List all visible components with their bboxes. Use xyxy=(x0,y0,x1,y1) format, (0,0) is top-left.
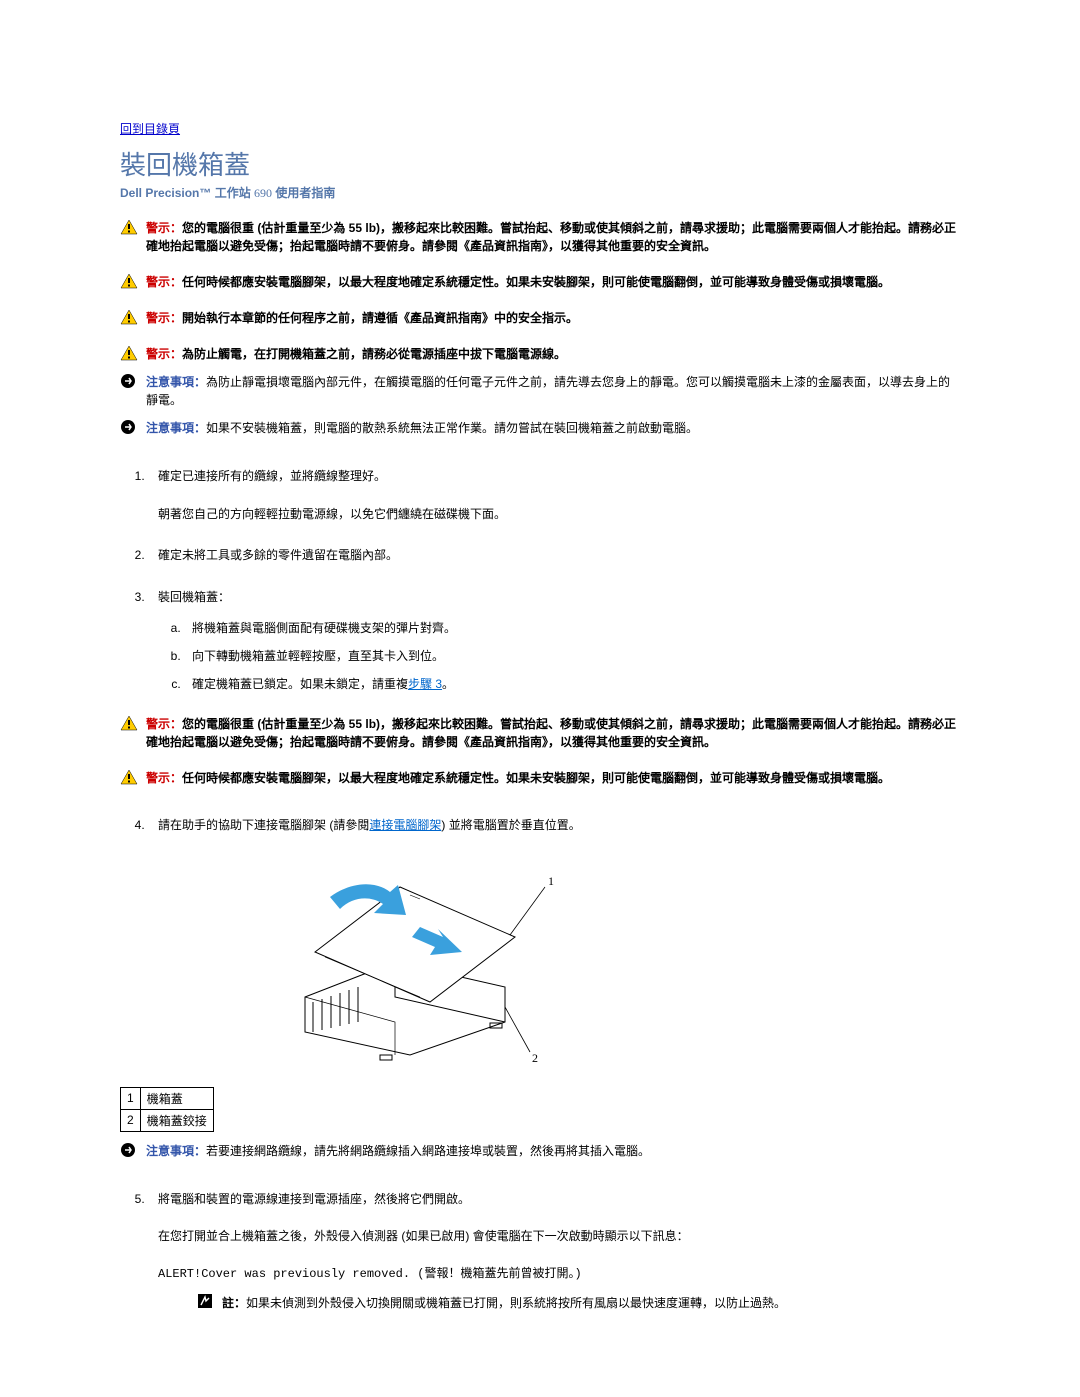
subtitle-suffix: 使用者指南 xyxy=(272,186,335,200)
warning-text: 開始執行本章節的任何程序之前，請遵循《產品資訊指南》中的安全指示。 xyxy=(182,311,578,325)
notice-icon xyxy=(120,373,142,392)
warning-text: 任何時候都應安裝電腦腳架，以最大程度地確定系統穩定性。如果未安裝腳架，則可能使電… xyxy=(182,771,890,785)
step-3c: 確定機箱蓋已鎖定。如果未鎖定，請重複步驟 3。 xyxy=(184,674,960,696)
notice-esd: 注意事項：為防止靜電損壞電腦內部元件，在觸摸電腦的任何電子元件之前，請先導去您身… xyxy=(120,373,960,409)
note-label: 註： xyxy=(222,1296,246,1310)
warning-icon xyxy=(120,715,142,731)
step3-link[interactable]: 步驟 3 xyxy=(408,677,442,691)
step-text: ) 並將電腦置於垂直位置。 xyxy=(441,818,580,832)
notice-label: 注意事項： xyxy=(146,375,206,389)
note-icon xyxy=(198,1294,214,1316)
step-3a: 將機箱蓋與電腦側面配有硬碟機支架的彈片對齊。 xyxy=(184,618,960,640)
notice-text: 如果不安裝機箱蓋，則電腦的散熱系統無法正常作業。請勿嘗試在裝回機箱蓋之前啟動電腦… xyxy=(206,421,698,435)
notice-network: 注意事項：若要連接網路纜線，請先將網路纜線插入網路連接埠或裝置，然後再將其插入電… xyxy=(120,1142,960,1161)
step-4: 請在助手的協助下連接電腦腳架 (請參閱連接電腦腳架) 並將電腦置於垂直位置。 xyxy=(148,815,960,837)
step-text: 。 xyxy=(442,677,454,691)
warning-stand-2: 警示：任何時候都應安裝電腦腳架，以最大程度地確定系統穩定性。如果未安裝腳架，則可… xyxy=(120,769,960,787)
warning-text: 任何時候都應安裝電腦腳架，以最大程度地確定系統穩定性。如果未安裝腳架，則可能使電… xyxy=(182,275,890,289)
step-3b: 向下轉動機箱蓋並輕輕按壓，直至其卡入到位。 xyxy=(184,646,960,668)
legend-text: 機箱蓋 xyxy=(140,1087,213,1109)
step-text: 確定機箱蓋已鎖定。如果未鎖定，請重複 xyxy=(192,677,408,691)
warning-weight: 警示：您的電腦很重 (估計重量至少為 55 lb)，搬移起來比較困難。嘗試抬起、… xyxy=(120,219,960,255)
legend-num: 1 xyxy=(121,1087,141,1109)
notice-icon xyxy=(120,419,142,438)
note-fan: 註：如果未偵測到外殼侵入切換開關或機箱蓋已打開，則系統將按所有風扇以最快速度運轉… xyxy=(198,1294,960,1316)
step-3: 裝回機箱蓋： 將機箱蓋與電腦側面配有硬碟機支架的彈片對齊。 向下轉動機箱蓋並輕輕… xyxy=(148,587,960,695)
warning-label: 警示： xyxy=(146,311,182,325)
stand-link[interactable]: 連接電腦腳架 xyxy=(369,818,441,832)
step-para: 朝著您自己的方向輕輕拉動電源線，以免它們纏繞在磁碟機下面。 xyxy=(158,504,960,526)
notice-text: 為防止靜電損壞電腦內部元件，在觸摸電腦的任何電子元件之前，請先導去您身上的靜電。… xyxy=(146,375,950,407)
warning-icon xyxy=(120,345,142,361)
steps-list-2: 請在助手的協助下連接電腦腳架 (請參閱連接電腦腳架) 並將電腦置於垂直位置。 xyxy=(120,815,960,837)
steps-list: 確定已連接所有的纜線，並將纜線整理好。 朝著您自己的方向輕輕拉動電源線，以免它們… xyxy=(120,466,960,695)
step-text: 將電腦和裝置的電源線連接到電源插座，然後將它們開啟。 xyxy=(158,1192,470,1206)
legend-text: 機箱蓋鉸接 xyxy=(140,1109,213,1131)
back-to-toc-link[interactable]: 回到目錄頁 xyxy=(120,122,180,136)
notice-label: 注意事項： xyxy=(146,421,206,435)
subtitle-prefix: Dell Precision™ 工作站 xyxy=(120,186,254,200)
step-5: 將電腦和裝置的電源線連接到電源插座，然後將它們開啟。 在您打開並合上機箱蓋之後，… xyxy=(148,1189,960,1315)
warning-safety: 警示：開始執行本章節的任何程序之前，請遵循《產品資訊指南》中的安全指示。 xyxy=(120,309,960,327)
warning-weight-2: 警示：您的電腦很重 (估計重量至少為 55 lb)，搬移起來比較困難。嘗試抬起、… xyxy=(120,715,960,751)
legend-num: 2 xyxy=(121,1109,141,1131)
warning-icon xyxy=(120,273,142,289)
notice-cover: 注意事項：如果不安裝機箱蓋，則電腦的散熱系統無法正常作業。請勿嘗試在裝回機箱蓋之… xyxy=(120,419,960,438)
warning-text: 您的電腦很重 (估計重量至少為 55 lb)，搬移起來比較困難。嘗試抬起、移動或… xyxy=(146,717,956,749)
notice-label: 注意事項： xyxy=(146,1144,206,1158)
step-2: 確定未將工具或多餘的零件遺留在電腦內部。 xyxy=(148,545,960,567)
step-text: 請在助手的協助下連接電腦腳架 (請參閱 xyxy=(158,818,369,832)
warning-icon xyxy=(120,309,142,325)
alert-code: ALERT!Cover was previously removed. (警報！… xyxy=(158,1264,960,1286)
warning-icon xyxy=(120,769,142,785)
notice-text: 若要連接網路纜線，請先將網路纜線插入網路連接埠或裝置，然後再將其插入電腦。 xyxy=(206,1144,650,1158)
warning-text: 您的電腦很重 (估計重量至少為 55 lb)，搬移起來比較困難。嘗試抬起、移動或… xyxy=(146,221,956,253)
subtitle-model: 690 xyxy=(254,186,272,200)
steps-list-3: 將電腦和裝置的電源線連接到電源插座，然後將它們開啟。 在您打開並合上機箱蓋之後，… xyxy=(120,1189,960,1315)
page-title: 裝回機箱蓋 xyxy=(120,145,960,182)
warning-label: 警示： xyxy=(146,347,182,361)
legend-table: 1 機箱蓋 2 機箱蓋鉸接 xyxy=(120,1087,214,1132)
warning-icon xyxy=(120,219,142,235)
step-para: 在您打開並合上機箱蓋之後，外殼侵入偵測器 (如果已啟用) 會使電腦在下一次啟動時… xyxy=(158,1226,960,1248)
warning-label: 警示： xyxy=(146,275,182,289)
substeps: 將機箱蓋與電腦側面配有硬碟機支架的彈片對齊。 向下轉動機箱蓋並輕輕按壓，直至其卡… xyxy=(158,618,960,695)
step-text: 確定已連接所有的纜線，並將纜線整理好。 xyxy=(158,469,386,483)
warning-text: 為防止觸電，在打開機箱蓋之前，請務必從電源插座中拔下電腦電源線。 xyxy=(182,347,566,361)
notice-icon xyxy=(120,1142,142,1161)
warning-stand: 警示：任何時候都應安裝電腦腳架，以最大程度地確定系統穩定性。如果未安裝腳架，則可… xyxy=(120,273,960,291)
warning-label: 警示： xyxy=(146,717,182,731)
warning-label: 警示： xyxy=(146,221,182,235)
step-1: 確定已連接所有的纜線，並將纜線整理好。 朝著您自己的方向輕輕拉動電源線，以免它們… xyxy=(148,466,960,525)
note-text: 如果未偵測到外殼侵入切換開關或機箱蓋已打開，則系統將按所有風扇以最快速度運轉，以… xyxy=(246,1296,786,1310)
warning-shock: 警示：為防止觸電，在打開機箱蓋之前，請務必從電源插座中拔下電腦電源線。 xyxy=(120,345,960,363)
table-row: 2 機箱蓋鉸接 xyxy=(121,1109,214,1131)
warning-label: 警示： xyxy=(146,771,182,785)
step-text: 裝回機箱蓋： xyxy=(158,590,230,604)
svg-text:1: 1 xyxy=(548,874,554,888)
table-row: 1 機箱蓋 xyxy=(121,1087,214,1109)
subtitle: Dell Precision™ 工作站 690 使用者指南 xyxy=(120,184,960,201)
svg-text:2: 2 xyxy=(532,1051,538,1065)
cover-diagram: 1 2 xyxy=(210,857,960,1067)
